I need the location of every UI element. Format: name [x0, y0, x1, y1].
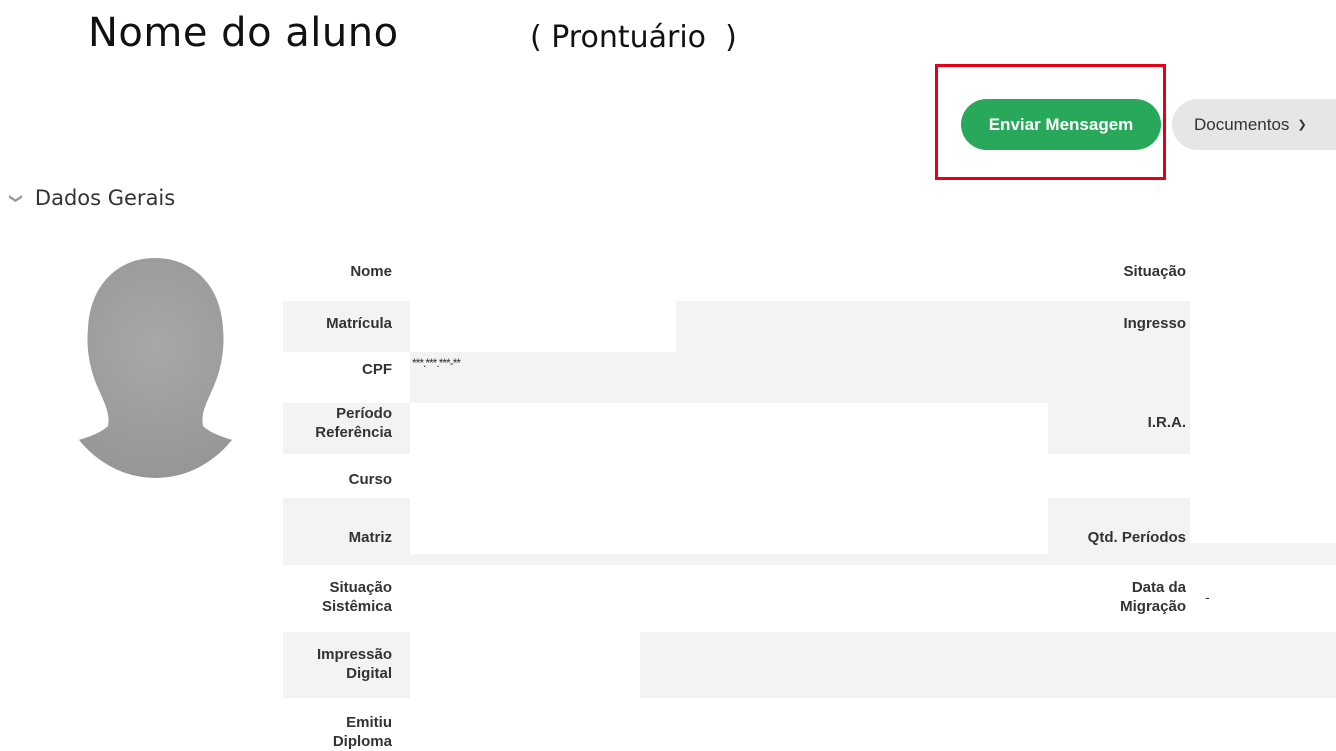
user-silhouette-icon	[53, 258, 258, 478]
label-impressao-digital: Impressão Digital	[316, 646, 392, 682]
chevron-down-icon: ❯	[7, 192, 23, 204]
documents-dropdown-button[interactable]: Documentos ❯	[1172, 99, 1336, 150]
chevron-down-icon: ❯	[1297, 119, 1307, 131]
row-shade	[1190, 543, 1336, 554]
data-migracao-value: -	[1205, 589, 1210, 605]
avatar	[53, 250, 258, 478]
section-title: Dados Gerais	[34, 186, 176, 210]
label-situacao-sistemica: Situação Sistêmica	[321, 579, 392, 615]
label-qtd-periodos: Qtd. Períodos	[1087, 529, 1186, 546]
page-title: Nome do aluno	[88, 10, 399, 56]
section-toggle-dados-gerais[interactable]: ❯ Dados Gerais	[7, 186, 176, 210]
label-cpf: CPF	[362, 361, 392, 378]
row-shade	[283, 554, 1336, 565]
send-message-button[interactable]: Enviar Mensagem	[961, 99, 1161, 150]
label-emitiu-diploma: Emitiu Diploma	[332, 714, 392, 750]
label-situacao: Situação	[1123, 263, 1186, 280]
label-matriz: Matriz	[348, 529, 392, 546]
label-ira: I.R.A.	[1147, 414, 1186, 431]
row-shade	[410, 352, 1190, 403]
documents-label: Documentos	[1194, 114, 1290, 134]
label-nome: Nome	[350, 263, 392, 280]
label-periodo-referencia: Período Referência	[315, 405, 392, 441]
label-ingresso: Ingresso	[1123, 315, 1186, 332]
page-subtitle: ( Prontuário )	[530, 20, 737, 55]
row-shade	[640, 632, 1336, 698]
cpf-value: ***.***.***-**	[412, 356, 461, 370]
label-curso: Curso	[348, 471, 392, 488]
label-data-migracao: Data da Migração	[1120, 579, 1186, 615]
label-matricula: Matrícula	[326, 315, 392, 332]
